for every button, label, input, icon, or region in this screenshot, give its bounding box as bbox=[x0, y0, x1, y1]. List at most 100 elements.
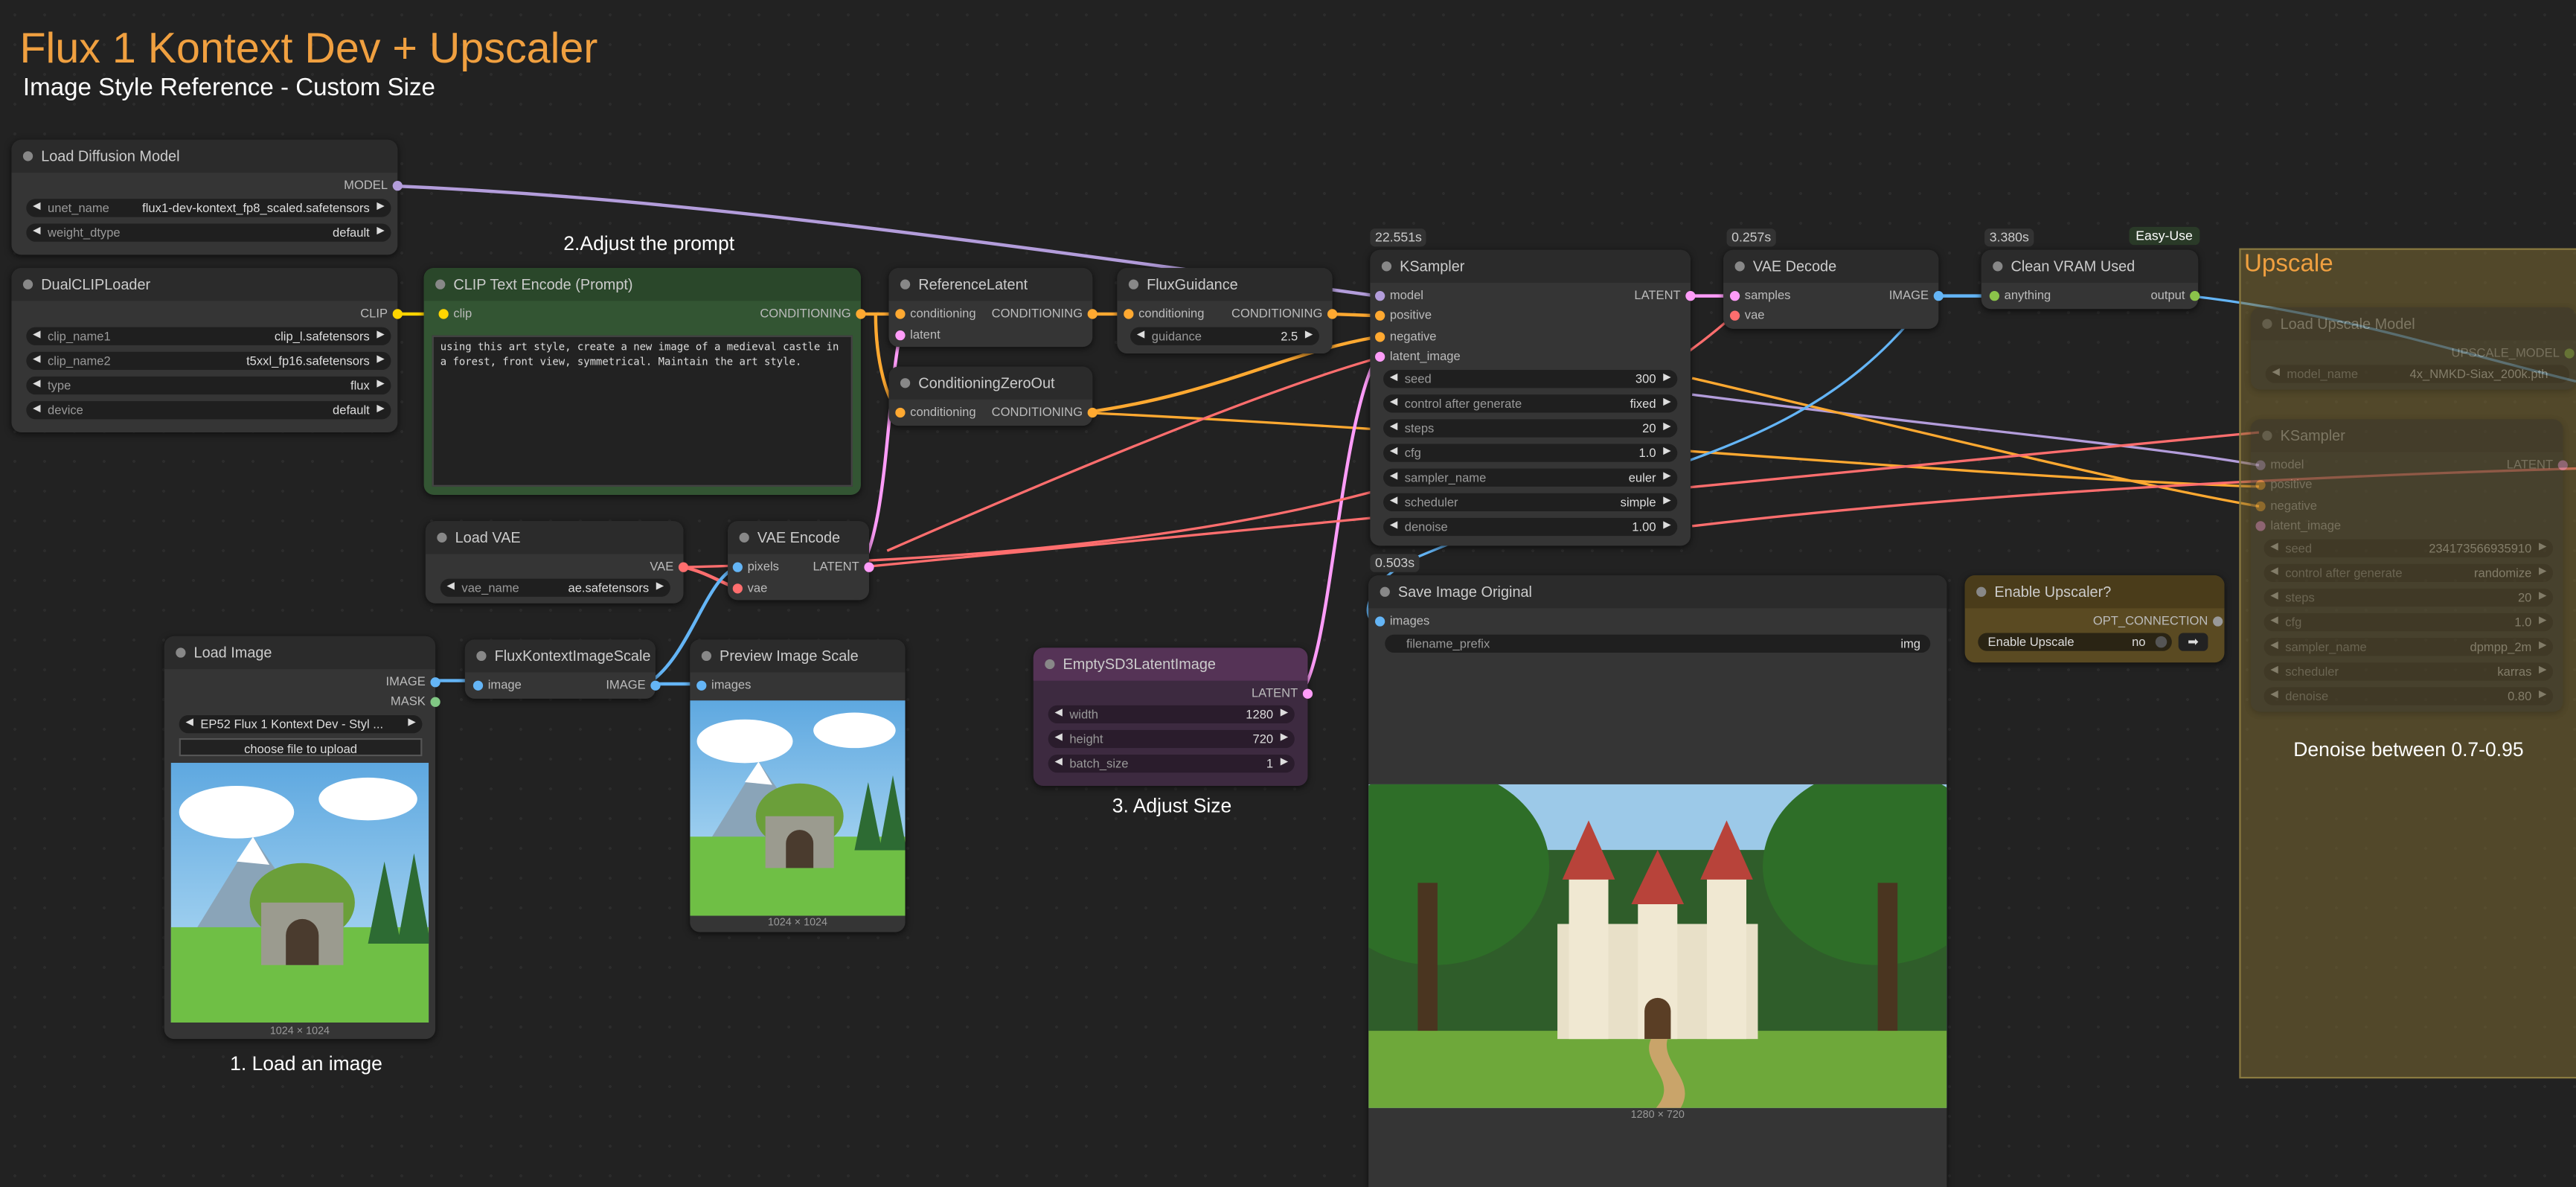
input-images[interactable]: images bbox=[696, 676, 751, 696]
vae-socket[interactable] bbox=[732, 583, 743, 594]
arrow-right-icon[interactable]: ▶ bbox=[1281, 755, 1288, 772]
arrow-right-icon[interactable]: ▶ bbox=[377, 377, 384, 394]
arrow-right-icon[interactable]: ▶ bbox=[377, 199, 384, 217]
arrow-left-icon[interactable]: ◀ bbox=[33, 377, 40, 394]
input-conditioning[interactable]: conditioning bbox=[895, 304, 976, 324]
arrow-right-icon[interactable]: ▶ bbox=[1663, 394, 1670, 412]
input-model[interactable]: model bbox=[1375, 286, 1423, 306]
arrow-right-icon[interactable]: ▶ bbox=[2539, 540, 2546, 557]
output-conditioning[interactable]: CONDITIONING bbox=[992, 403, 1098, 423]
unet-name-widget[interactable]: ◀ unet_name flux1-dev-kontext_fp8_scaled.s… bbox=[26, 199, 391, 217]
output-conditioning[interactable]: CONDITIONING bbox=[992, 304, 1098, 324]
seed-widget[interactable]: ◀ seed 234173566935910 ▶ bbox=[2263, 539, 2554, 557]
model-name-widget[interactable]: ◀ model_name 4x_NMKD-Siax_200k.pth bbox=[2265, 365, 2570, 383]
arrow-right-icon[interactable]: ▶ bbox=[1281, 730, 1288, 748]
batch-size-widget[interactable]: ◀ batch_size 1 ▶ bbox=[1048, 754, 1295, 773]
seed-widget[interactable]: ◀ seed 300 ▶ bbox=[1383, 370, 1678, 388]
clip-name1-widget[interactable]: ◀ clip_name1 clip_l.safetensors ▶ bbox=[26, 327, 391, 345]
arrow-right-icon[interactable]: ▶ bbox=[2539, 687, 2546, 705]
node-title[interactable]: Preview Image Scale bbox=[690, 639, 906, 673]
node-title[interactable]: KSampler bbox=[2250, 419, 2563, 452]
latent-socket[interactable] bbox=[1302, 688, 1313, 699]
clip-socket[interactable] bbox=[392, 309, 403, 319]
input-negative[interactable]: negative bbox=[2255, 496, 2317, 516]
node-title[interactable]: Load Upscale Model bbox=[2250, 307, 2576, 341]
node-save-image-original[interactable]: Save Image Original images filename_pref… bbox=[1368, 575, 1947, 1187]
input-vae[interactable]: vae bbox=[1729, 306, 1764, 326]
node-flux-kontext-image-scale[interactable]: FluxKontextImageScale image IMAGE bbox=[464, 639, 661, 699]
upload-button[interactable]: choose file to upload bbox=[179, 738, 423, 757]
arrow-left-icon[interactable]: ◀ bbox=[1054, 706, 1062, 723]
input-samples[interactable]: samples bbox=[1729, 286, 1790, 306]
arrow-right-icon[interactable]: ▶ bbox=[2539, 638, 2546, 656]
arrow-left-icon[interactable]: ◀ bbox=[185, 715, 193, 733]
arrow-left-icon[interactable]: ◀ bbox=[33, 352, 40, 370]
steps-widget[interactable]: ◀ steps 20 ▶ bbox=[2263, 588, 2554, 607]
vae-socket[interactable] bbox=[1729, 310, 1740, 321]
output-latent[interactable]: LATENT bbox=[2507, 455, 2568, 476]
input-pixels[interactable]: pixels bbox=[732, 557, 779, 577]
output-conditioning[interactable]: CONDITIONING bbox=[1231, 304, 1338, 324]
arrow-left-icon[interactable]: ◀ bbox=[33, 327, 40, 345]
conditioning-socket[interactable] bbox=[895, 407, 906, 418]
arrow-left-icon[interactable]: ◀ bbox=[33, 401, 40, 419]
node-title[interactable]: Save Image Original bbox=[1368, 575, 1947, 609]
arrow-left-icon[interactable]: ◀ bbox=[1390, 394, 1397, 412]
output-latent[interactable]: LATENT bbox=[1634, 286, 1696, 306]
node-title[interactable]: ConditioningZeroOut bbox=[888, 366, 1093, 400]
conditioning-socket[interactable] bbox=[1375, 310, 1385, 321]
arrow-left-icon[interactable]: ◀ bbox=[1390, 469, 1397, 487]
input-image[interactable]: image bbox=[472, 676, 522, 696]
mask-socket[interactable] bbox=[430, 697, 440, 707]
image-file-widget[interactable]: ◀ EP52 Flux 1 Kontext Dev - Styl ... ▶ bbox=[179, 714, 423, 734]
cfg-widget[interactable]: ◀ cfg 1.0 ▶ bbox=[2263, 612, 2554, 632]
node-empty-sd3-latent-image[interactable]: EmptySD3LatentImage LATENT ◀ width 1280 ▶ ◀… bbox=[1033, 647, 1313, 786]
node-reference-latent[interactable]: ReferenceLatent conditioning CONDITIONIN… bbox=[888, 268, 1098, 348]
node-title[interactable]: Enable Upscaler? bbox=[1964, 575, 2225, 609]
arrow-left-icon[interactable]: ◀ bbox=[1390, 518, 1397, 536]
arrow-left-icon[interactable]: ◀ bbox=[1054, 730, 1062, 748]
upscale-model-socket[interactable] bbox=[2564, 348, 2575, 359]
scheduler-widget[interactable]: ◀ scheduler simple ▶ bbox=[1383, 493, 1678, 512]
arrow-right-icon[interactable]: ▶ bbox=[656, 579, 664, 597]
conditioning-socket[interactable] bbox=[856, 309, 866, 319]
input-conditioning[interactable]: conditioning bbox=[1124, 304, 1204, 324]
arrow-right-icon[interactable]: ▶ bbox=[2539, 613, 2546, 631]
output-latent[interactable]: LATENT bbox=[813, 557, 874, 577]
output-image[interactable]: IMAGE bbox=[606, 676, 661, 696]
node-ksampler[interactable]: KSampler model LATENT positive negative … bbox=[1370, 249, 1696, 546]
node-conditioning-zero-out[interactable]: ConditioningZeroOut conditioning CONDITI… bbox=[888, 366, 1098, 426]
image-socket[interactable] bbox=[1375, 616, 1385, 627]
arrow-left-icon[interactable]: ◀ bbox=[2272, 365, 2280, 383]
denoise-widget[interactable]: ◀ denoise 1.00 ▶ bbox=[1383, 517, 1678, 537]
latent-socket[interactable] bbox=[1375, 351, 1385, 362]
node-load-vae[interactable]: Load VAE VAE ◀ vae_name ae.safetensors ▶ bbox=[425, 521, 689, 604]
anything-socket[interactable] bbox=[1989, 291, 2000, 301]
weight-dtype-widget[interactable]: ◀ weight_dtype default ▶ bbox=[26, 223, 391, 242]
clip-socket[interactable] bbox=[438, 309, 449, 319]
arrow-left-icon[interactable]: ◀ bbox=[1390, 444, 1397, 461]
sampler-name-widget[interactable]: ◀ sampler_name dpmpp_2m ▶ bbox=[2263, 638, 2554, 656]
arrow-right-icon[interactable]: ▶ bbox=[408, 715, 415, 733]
enable-upscale-toggle[interactable]: Enable Upscale no bbox=[1978, 633, 2172, 651]
opt-connection-socket[interactable] bbox=[2213, 616, 2223, 627]
latent-socket[interactable] bbox=[864, 562, 874, 572]
node-title[interactable]: Load Diffusion Model bbox=[11, 139, 398, 173]
output-latent[interactable]: LATENT bbox=[1252, 684, 1313, 704]
control-after-generate-widget[interactable]: ◀ control after generate fixed ▶ bbox=[1383, 394, 1678, 413]
node-title[interactable]: ReferenceLatent bbox=[888, 268, 1093, 301]
conditioning-socket[interactable] bbox=[2255, 480, 2266, 490]
control-after-generate-widget[interactable]: ◀ control after generate randomize ▶ bbox=[2263, 563, 2554, 583]
scheduler-widget[interactable]: ◀ scheduler karras ▶ bbox=[2263, 662, 2554, 681]
steps-widget[interactable]: ◀ steps 20 ▶ bbox=[1383, 419, 1678, 438]
node-title[interactable]: VAE Encode bbox=[728, 521, 869, 554]
arrow-left-icon[interactable]: ◀ bbox=[2270, 613, 2278, 631]
input-latent-image[interactable]: latent_image bbox=[1375, 347, 1461, 367]
image-socket[interactable] bbox=[1933, 291, 1944, 301]
arrow-right-icon[interactable]: ▶ bbox=[377, 401, 384, 419]
device-widget[interactable]: ◀ device default ▶ bbox=[26, 401, 391, 420]
model-socket[interactable] bbox=[1375, 291, 1385, 301]
node-title[interactable]: Clean VRAM Used bbox=[1981, 249, 2199, 283]
arrow-right-icon[interactable]: ▶ bbox=[1663, 419, 1670, 437]
node-clean-vram[interactable]: Clean VRAM Used anything output bbox=[1981, 249, 2200, 310]
